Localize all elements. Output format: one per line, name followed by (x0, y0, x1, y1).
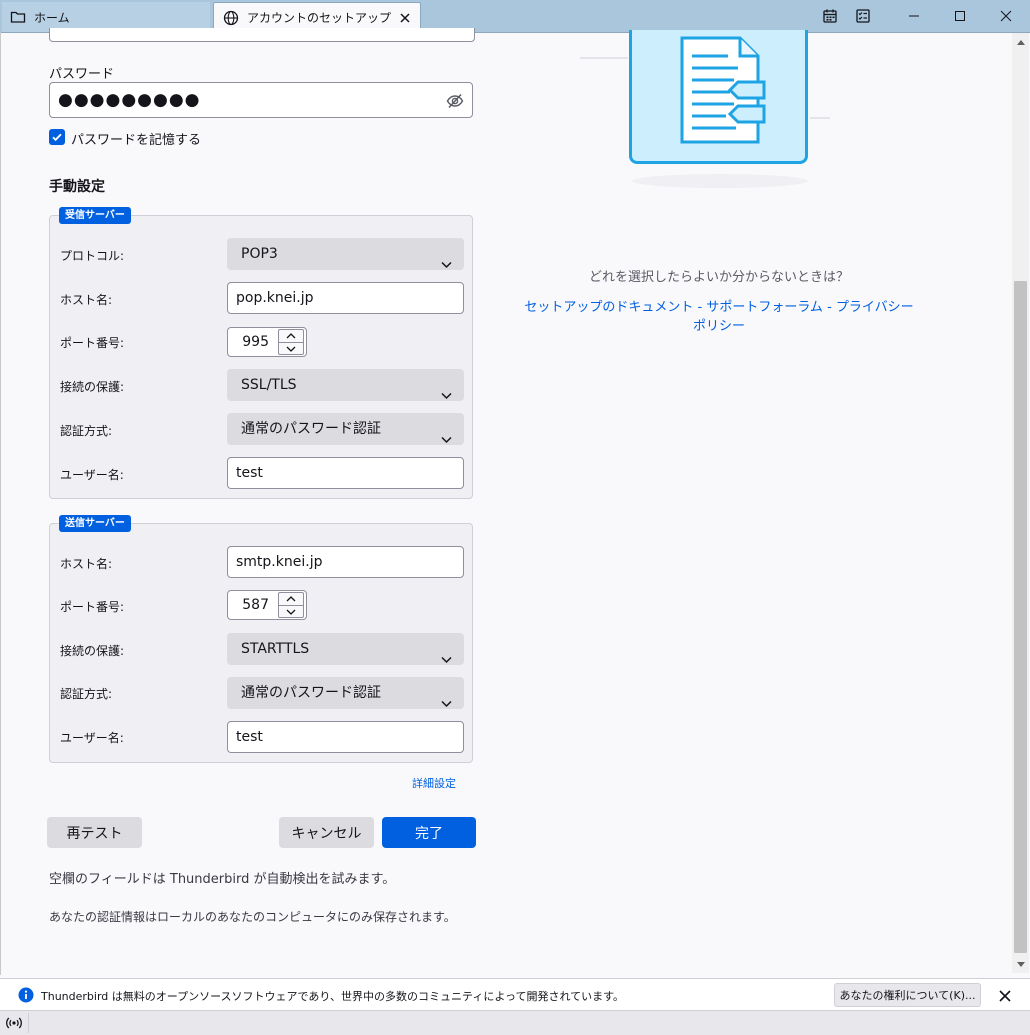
outgoing-auth-value: 通常のパスワード認証 (241, 685, 381, 701)
incoming-protocol-value: POP3 (241, 246, 278, 262)
outgoing-host-value: smtp.knei.jp (236, 554, 323, 570)
tasks-icon[interactable] (853, 6, 873, 26)
chevron-up-icon[interactable] (279, 593, 303, 606)
link-separator: - (822, 300, 836, 315)
help-question: どれを選択したらよいか分からないときは？ (588, 270, 849, 285)
chevron-down-icon[interactable] (279, 343, 303, 355)
outgoing-security-select[interactable]: STARTTLS (227, 633, 464, 665)
password-field[interactable]: ●●●●●●●●● (49, 82, 473, 118)
email-field-partial[interactable] (49, 28, 475, 42)
password-masked-value: ●●●●●●●●● (58, 90, 201, 110)
link-separator: - (693, 300, 707, 315)
incoming-server-tag: 受信サーバー (59, 207, 131, 224)
cancel-button[interactable]: キャンセル (279, 817, 374, 848)
setup-docs-link[interactable]: セットアップのドキュメント (524, 300, 693, 315)
chevron-up-icon[interactable] (279, 330, 303, 343)
tab-account-setup-label: アカウントのセットアップ (247, 11, 392, 25)
local-storage-note: あなたの認証情報はローカルのあなたのコンピュータにのみ保存されます。 (49, 910, 456, 924)
incoming-port-label: ポート番号: (60, 336, 125, 350)
autodetect-note: 空欄のフィールドは Thunderbird が自動検出を試みます。 (49, 872, 396, 887)
incoming-port-arrows (278, 329, 304, 355)
support-forum-link[interactable]: サポートフォーラム (706, 300, 823, 315)
globe-icon (223, 10, 239, 26)
info-icon (18, 987, 34, 1003)
remember-password-checkbox[interactable] (49, 129, 65, 145)
illustration-panel (629, 30, 808, 164)
chevron-down-icon (441, 249, 452, 269)
illustration-shadow (632, 174, 808, 188)
vertical-scrollbar[interactable] (1012, 33, 1029, 973)
incoming-host-label: ホスト名: (60, 293, 113, 307)
chevron-down-icon (441, 644, 452, 664)
notification-close-icon[interactable] (996, 987, 1014, 1005)
incoming-protocol-label: プロトコル: (60, 249, 125, 263)
done-button[interactable]: 完了 (382, 817, 476, 848)
outgoing-port-stepper[interactable]: 587 (227, 590, 307, 620)
maximize-icon[interactable] (937, 0, 983, 32)
chevron-down-icon (441, 688, 452, 708)
incoming-auth-select[interactable]: 通常のパスワード認証 (227, 413, 464, 445)
incoming-host-input[interactable]: pop.knei.jp (227, 282, 464, 314)
calendar-icon[interactable] (820, 6, 840, 26)
outgoing-host-label: ホスト名: (60, 557, 113, 571)
outgoing-port-label: ポート番号: (60, 600, 125, 614)
notification-text: Thunderbird は無料のオープンソースソフトウェアであり、世界中の多数の… (41, 990, 625, 1003)
outgoing-user-value: test (236, 729, 263, 745)
retest-button[interactable]: 再テスト (47, 817, 142, 848)
document-icon (680, 36, 766, 144)
manual-config-title: 手動設定 (49, 179, 105, 195)
tab-home-label: ホーム (34, 10, 70, 25)
tab-close-icon[interactable] (398, 11, 412, 25)
outgoing-security-value: STARTTLS (241, 641, 310, 657)
outgoing-user-label: ユーザー名: (60, 731, 124, 745)
advanced-config-link[interactable]: 詳細設定 (412, 775, 456, 791)
chevron-down-icon (441, 424, 452, 444)
notification-bar: Thunderbird は無料のオープンソースソフトウェアであり、世界中の多数の… (0, 978, 1030, 1011)
outgoing-host-input[interactable]: smtp.knei.jp (227, 546, 464, 578)
incoming-security-select[interactable]: SSL/TLS (227, 369, 464, 401)
outgoing-user-input[interactable]: test (227, 721, 464, 753)
help-links: セットアップのドキュメント - サポートフォーラム - プライバシーポリシー (520, 296, 918, 334)
scroll-up-arrow-icon[interactable] (1012, 33, 1029, 50)
outgoing-server-tag: 送信サーバー (59, 515, 131, 532)
online-status-icon[interactable] (6, 1016, 22, 1030)
outgoing-security-label: 接続の保護: (60, 644, 125, 658)
incoming-user-value: test (236, 465, 263, 481)
incoming-host-value: pop.knei.jp (236, 290, 314, 306)
status-separator (28, 1013, 29, 1033)
scroll-down-arrow-icon[interactable] (1012, 956, 1029, 973)
outgoing-auth-select[interactable]: 通常のパスワード認証 (227, 677, 464, 709)
incoming-auth-label: 認証方式: (60, 424, 113, 438)
folder-icon (10, 9, 26, 25)
incoming-security-value: SSL/TLS (241, 377, 297, 393)
incoming-user-label: ユーザー名: (60, 468, 124, 482)
eye-slash-icon[interactable] (446, 93, 464, 109)
minimize-icon[interactable] (891, 0, 937, 32)
chevron-down-icon[interactable] (279, 606, 303, 618)
outgoing-port-arrows (278, 592, 304, 618)
incoming-security-label: 接続の保護: (60, 380, 125, 394)
close-icon[interactable] (983, 0, 1029, 32)
incoming-port-stepper[interactable]: 995 (227, 327, 307, 357)
window-left-border (0, 32, 1, 975)
incoming-user-input[interactable]: test (227, 457, 464, 489)
scroll-thumb[interactable] (1014, 281, 1027, 953)
chevron-down-icon (441, 380, 452, 400)
status-bar (0, 1011, 1030, 1035)
outgoing-port-value: 587 (242, 597, 269, 613)
incoming-port-value: 995 (242, 334, 269, 350)
know-your-rights-button[interactable]: あなたの権利について(K)... (834, 983, 981, 1007)
password-label: パスワード (49, 67, 115, 82)
remember-password-label: パスワードを記憶する (71, 133, 202, 148)
outgoing-auth-label: 認証方式: (60, 687, 113, 701)
incoming-protocol-select[interactable]: POP3 (227, 238, 464, 270)
incoming-auth-value: 通常のパスワード認証 (241, 421, 381, 437)
